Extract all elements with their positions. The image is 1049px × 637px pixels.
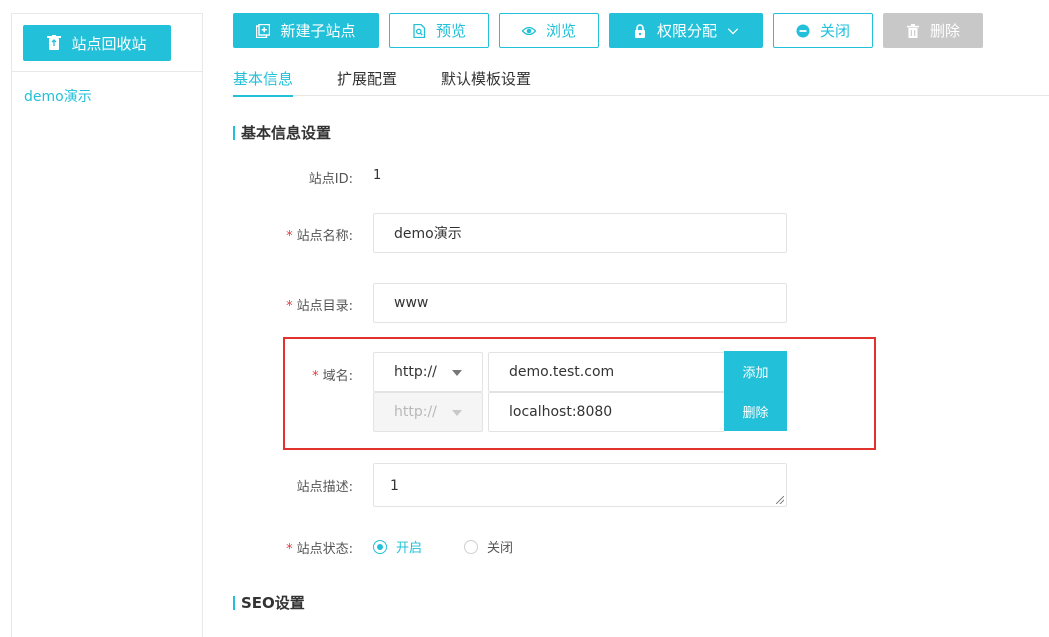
- delete-label: 删除: [929, 22, 960, 40]
- browse-label: 浏览: [545, 22, 576, 40]
- close-label: 关闭: [819, 22, 850, 40]
- section-title-basic-text: 基本信息设置: [241, 124, 332, 142]
- section-title-seo-text: SEO设置: [241, 594, 305, 612]
- domain-host-input[interactable]: localhost:8080: [488, 392, 725, 432]
- resize-grip-icon[interactable]: [776, 496, 784, 504]
- site-dir-label: * 站点目录:: [233, 295, 353, 314]
- status-off-label: 关闭: [487, 541, 514, 556]
- permissions-dropdown-button[interactable]: 权限分配: [609, 13, 763, 48]
- tab-basic-info[interactable]: 基本信息: [233, 68, 294, 97]
- required-mark: *: [286, 542, 293, 557]
- chevron-down-icon: [727, 27, 739, 34]
- tab-extended-config[interactable]: 扩展配置: [337, 68, 397, 95]
- sidebar: 站点回收站 demo演示: [11, 13, 203, 637]
- domain-protocol-select[interactable]: http://: [373, 352, 483, 392]
- new-subsite-label: 新建子站点: [280, 22, 356, 40]
- preview-button[interactable]: 预览: [389, 13, 489, 48]
- required-mark: *: [286, 229, 293, 244]
- site-desc-label-text: 站点描述:: [296, 480, 353, 495]
- eye-icon: [521, 26, 536, 35]
- site-desc-label: 站点描述:: [233, 476, 353, 495]
- status-on-radio[interactable]: 开启: [373, 537, 422, 556]
- status-off-radio[interactable]: 关闭: [464, 537, 513, 556]
- domain-label: * 域名:: [233, 365, 353, 384]
- site-name-label-text: 站点名称:: [296, 229, 353, 244]
- browse-button[interactable]: 浏览: [499, 13, 599, 48]
- tab-bar: 基本信息 扩展配置 默认模板设置: [233, 66, 1049, 97]
- radio-unchecked-icon: [464, 539, 478, 554]
- add-page-icon: [256, 23, 271, 38]
- domain-protocol-select-disabled: http://: [373, 392, 483, 432]
- site-id-label-text: 站点ID:: [308, 172, 353, 187]
- site-name-label: * 站点名称:: [233, 225, 353, 244]
- radio-checked-icon: [373, 539, 387, 554]
- permissions-label: 权限分配: [656, 22, 717, 40]
- required-mark: *: [286, 299, 293, 314]
- sidebar-site-item[interactable]: demo演示: [24, 86, 92, 106]
- site-status-label: * 站点状态:: [233, 538, 353, 557]
- caret-down-icon: [452, 410, 462, 416]
- site-id-value: 1: [373, 168, 382, 183]
- site-dir-input[interactable]: www: [373, 283, 787, 323]
- sidebar-divider: [12, 71, 202, 72]
- section-title-seo: SEO设置: [233, 592, 305, 613]
- minus-circle-icon: [796, 24, 810, 37]
- protocol-value: http://: [394, 364, 437, 380]
- tab-default-template[interactable]: 默认模板设置: [441, 68, 531, 95]
- domain-host-input[interactable]: demo.test.com: [488, 352, 725, 392]
- section-title-basic: 基本信息设置: [233, 122, 331, 143]
- required-mark: *: [312, 369, 319, 384]
- site-name-input[interactable]: demo演示: [373, 213, 787, 253]
- search-document-icon: [413, 23, 426, 38]
- site-dir-label-text: 站点目录:: [296, 299, 353, 314]
- site-desc-value: 1: [390, 478, 399, 494]
- remove-domain-button[interactable]: 删除: [724, 391, 787, 431]
- add-domain-button[interactable]: 添加: [724, 351, 787, 391]
- toolbar: 新建子站点 预览 浏览 权限分配 关闭 删除: [233, 13, 983, 48]
- delete-button[interactable]: 删除: [883, 13, 983, 48]
- site-desc-textarea[interactable]: 1: [373, 463, 787, 507]
- lock-icon: [634, 23, 645, 38]
- domain-label-text: 域名:: [322, 369, 353, 384]
- site-recycle-bin-button[interactable]: 站点回收站: [23, 25, 171, 61]
- close-button[interactable]: 关闭: [773, 13, 873, 48]
- preview-label: 预览: [435, 22, 466, 40]
- trash-icon: [906, 23, 919, 38]
- new-subsite-button[interactable]: 新建子站点: [233, 13, 379, 48]
- recycle-bin-icon: [47, 35, 62, 50]
- site-id-label: 站点ID:: [233, 168, 353, 187]
- recycle-bin-label: 站点回收站: [71, 34, 147, 53]
- protocol-value: http://: [394, 404, 437, 420]
- site-status-label-text: 站点状态:: [296, 542, 353, 557]
- status-on-label: 开启: [396, 541, 423, 556]
- caret-down-icon: [452, 370, 462, 376]
